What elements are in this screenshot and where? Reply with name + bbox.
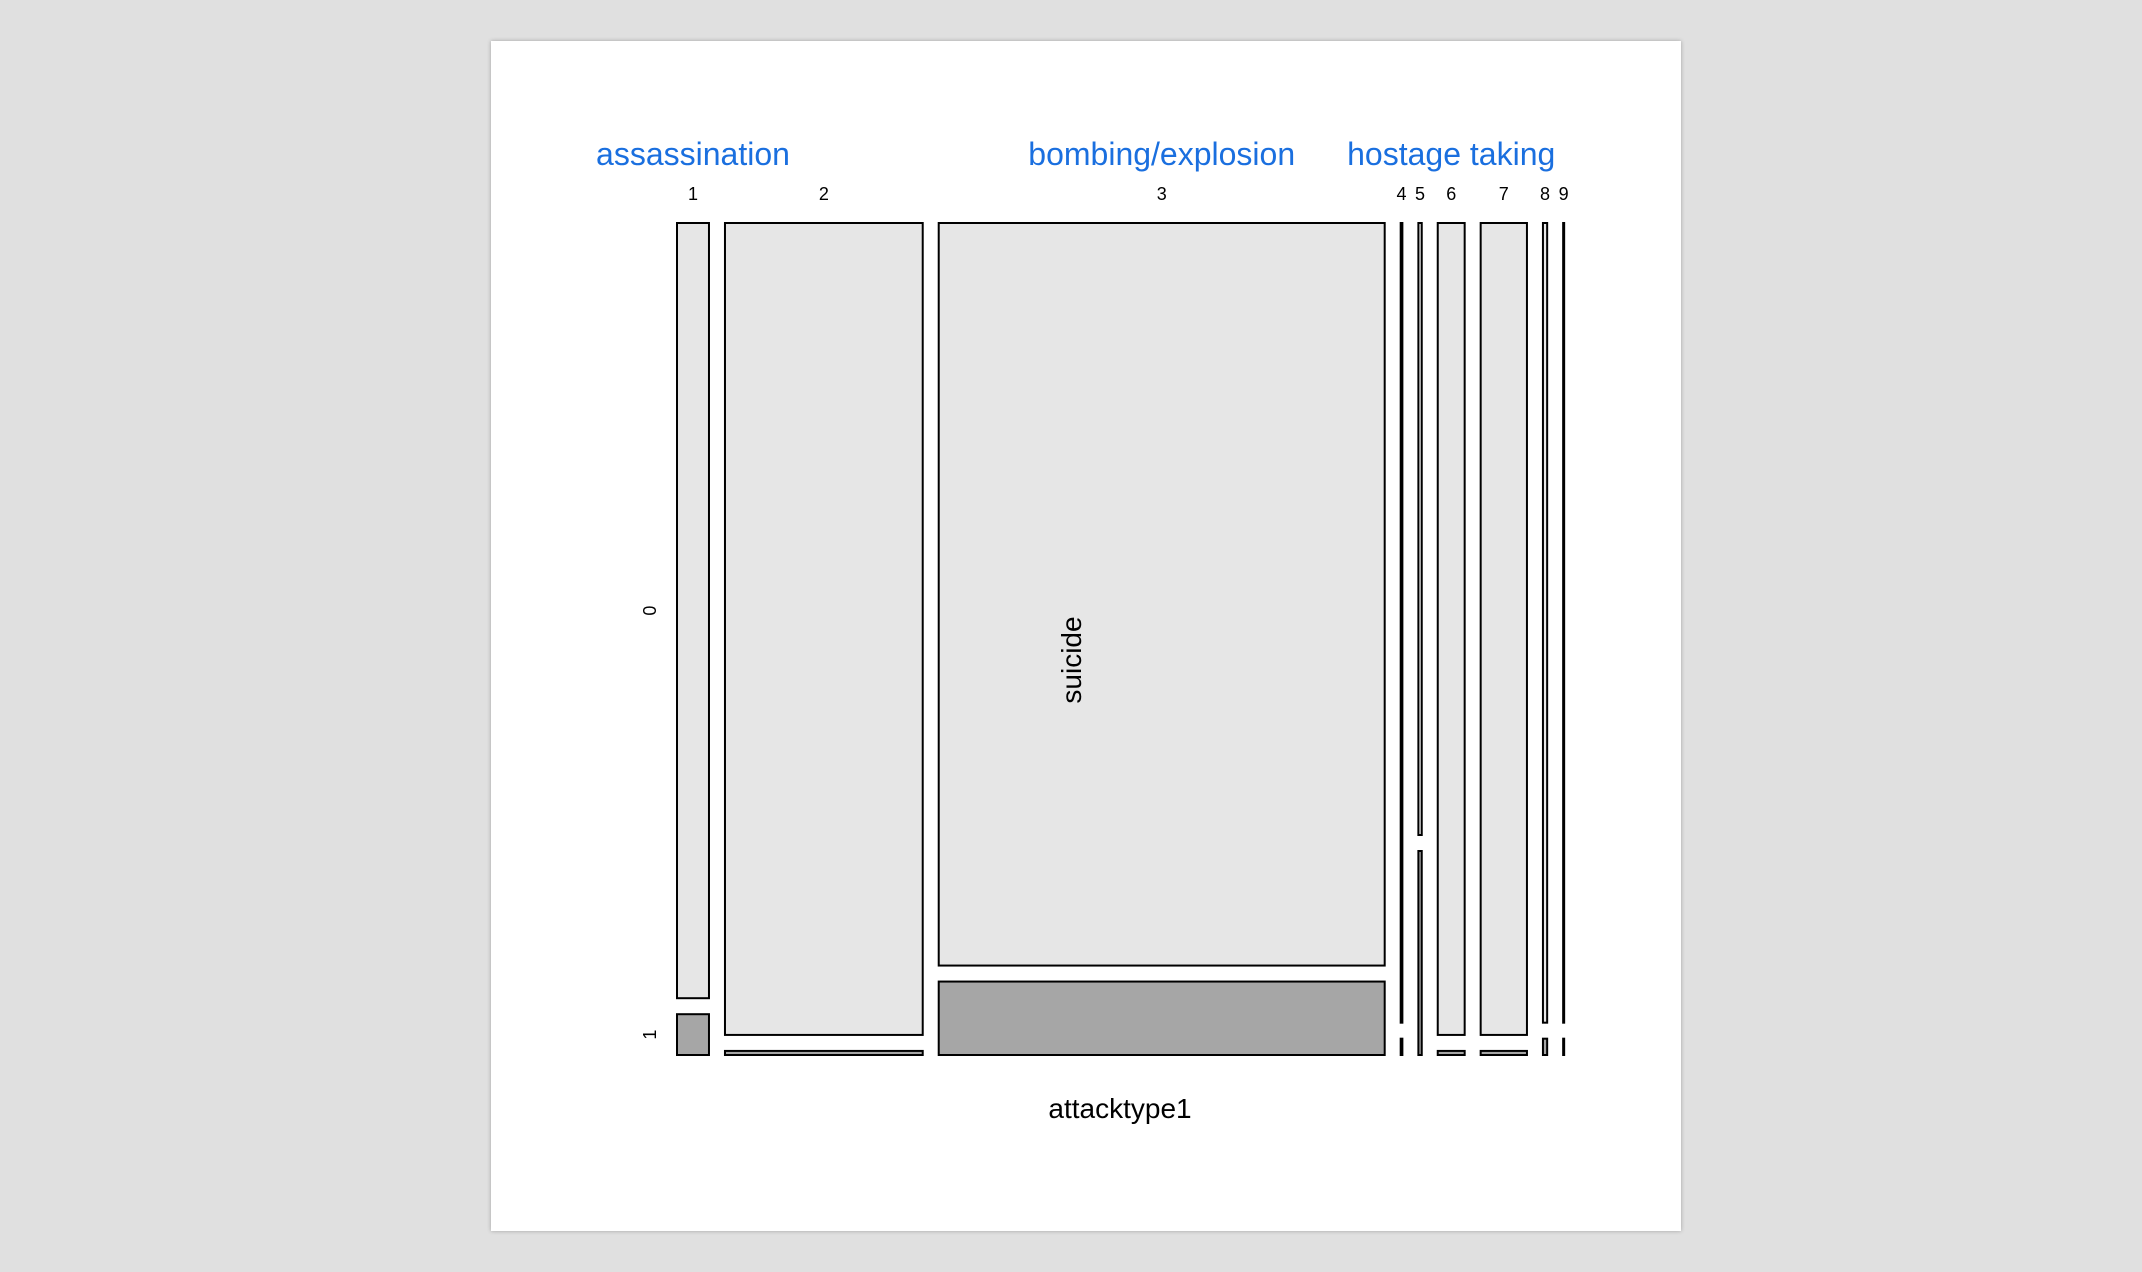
tile-5-suicide-0 — [1417, 222, 1423, 836]
x-tick-label: 7 — [1499, 184, 1509, 204]
x-tick-label: 4 — [1397, 184, 1407, 204]
tile-4-suicide-0 — [1399, 222, 1404, 1024]
tile-5-suicide-1 — [1417, 850, 1423, 1056]
tile-8-suicide-1 — [1541, 1037, 1549, 1056]
tile-1-suicide-0 — [676, 222, 710, 1000]
tile-8-suicide-0 — [1541, 222, 1549, 1024]
mosaic-tiles — [676, 222, 1566, 1057]
plot-page: assassination bombing/explosion hostage ta… — [491, 41, 1681, 1231]
tile-2-suicide-1 — [723, 1049, 924, 1056]
x-tick-labels: 123456789 — [688, 184, 1569, 204]
mosaic-plot: assassination bombing/explosion hostage ta… — [596, 136, 1569, 1124]
y-tick-labels: 01 — [640, 606, 660, 1040]
tile-6-suicide-1 — [1436, 1049, 1466, 1056]
x-tick-label: 9 — [1559, 184, 1569, 204]
x-tick-label: 6 — [1446, 184, 1456, 204]
x-tick-label: 8 — [1540, 184, 1550, 204]
x-tick-label: 3 — [1157, 184, 1167, 204]
x-axis-label: attacktype1 — [1048, 1093, 1191, 1124]
x-tick-label: 2 — [819, 184, 829, 204]
tile-9-suicide-0 — [1562, 222, 1566, 1024]
y-tick-label: 1 — [640, 1030, 660, 1040]
tile-7-suicide-1 — [1479, 1049, 1528, 1056]
category-annotation: assassination — [596, 136, 790, 172]
tile-2-suicide-0 — [723, 222, 924, 1036]
category-annotations: assassination bombing/explosion hostage ta… — [596, 136, 1555, 172]
tile-3-suicide-0 — [937, 222, 1386, 967]
y-tick-label: 0 — [640, 606, 660, 616]
category-annotation: bombing/explosion — [1028, 136, 1295, 172]
category-annotation: hostage taking — [1347, 136, 1555, 172]
tile-3-suicide-1 — [937, 980, 1386, 1056]
x-tick-label: 5 — [1415, 184, 1425, 204]
tile-7-suicide-0 — [1479, 222, 1528, 1036]
tile-9-suicide-1 — [1562, 1037, 1566, 1056]
tile-6-suicide-0 — [1436, 222, 1466, 1036]
y-axis-label: suicide — [1056, 616, 1087, 703]
tile-4-suicide-1 — [1399, 1037, 1404, 1056]
tile-1-suicide-1 — [676, 1013, 710, 1057]
x-tick-label: 1 — [688, 184, 698, 204]
